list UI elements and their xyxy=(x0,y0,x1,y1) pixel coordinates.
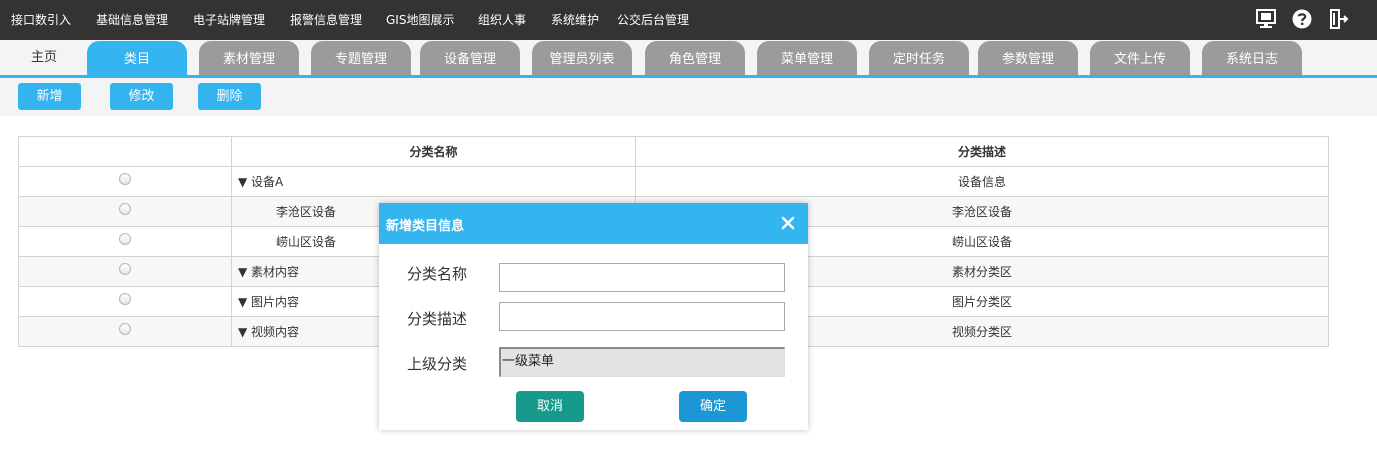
row-radio[interactable] xyxy=(119,203,131,215)
select-column-header xyxy=(18,136,232,167)
menu-org-hr[interactable]: 组织人事 xyxy=(478,11,526,28)
menu-e-stop-sign[interactable]: 电子站牌管理 xyxy=(193,11,265,28)
category-name-cell: ▼ 设备A xyxy=(231,166,636,197)
tab-param-mgmt[interactable]: 参数管理 xyxy=(978,41,1078,76)
monitor-icon[interactable] xyxy=(1255,8,1277,30)
menu-interface-import[interactable]: 接口数引入 xyxy=(11,11,71,28)
tab-role-mgmt[interactable]: 角色管理 xyxy=(645,41,745,76)
add-button[interactable]: 新增 xyxy=(18,83,81,110)
tab-file-upload[interactable]: 文件上传 xyxy=(1090,41,1190,76)
row-radio[interactable] xyxy=(119,323,131,335)
tab-device-mgmt[interactable]: 设备管理 xyxy=(420,41,520,76)
row-radio[interactable] xyxy=(119,173,131,185)
menu-basic-info[interactable]: 基础信息管理 xyxy=(96,11,168,28)
row-select-cell xyxy=(18,196,232,227)
category-desc-header: 分类描述 xyxy=(635,136,1329,167)
menu-gis-map[interactable]: GIS地图展示 xyxy=(386,11,454,28)
tab-bar: 主页 类目 素材管理 专题管理 设备管理 管理员列表 角色管理 菜单管理 定时任… xyxy=(0,40,1377,78)
help-icon[interactable] xyxy=(1291,8,1313,30)
tab-admin-list[interactable]: 管理员列表 xyxy=(532,41,632,76)
category-name-input[interactable] xyxy=(499,263,785,292)
menu-alarm-info[interactable]: 报警信息管理 xyxy=(290,11,362,28)
row-select-cell xyxy=(18,286,232,317)
tab-category[interactable]: 类目 xyxy=(87,41,187,76)
category-desc-cell: 设备信息 xyxy=(635,166,1329,197)
dialog-title: 新增类目信息 xyxy=(386,219,465,234)
close-icon[interactable] xyxy=(779,214,797,232)
tab-home[interactable]: 主页 xyxy=(16,41,72,76)
logout-icon[interactable] xyxy=(1327,8,1349,30)
row-select-cell xyxy=(18,256,232,287)
row-select-cell xyxy=(18,226,232,257)
confirm-button[interactable]: 确定 xyxy=(679,391,747,422)
category-name-label: 分类名称 xyxy=(407,265,468,283)
row-radio[interactable] xyxy=(119,293,131,305)
row-radio[interactable] xyxy=(119,233,131,245)
category-desc-input[interactable] xyxy=(499,302,785,331)
tab-scheduled-task[interactable]: 定时任务 xyxy=(869,41,969,76)
table-row[interactable]: ▼ 设备A 设备信息 xyxy=(18,166,1329,197)
category-name-header: 分类名称 xyxy=(231,136,636,167)
delete-button[interactable]: 删除 xyxy=(198,83,261,110)
toolbar: 新增 修改 删除 xyxy=(0,78,1377,116)
category-desc-label: 分类描述 xyxy=(407,310,468,328)
tab-menu-mgmt[interactable]: 菜单管理 xyxy=(757,41,857,76)
row-radio[interactable] xyxy=(119,263,131,275)
parent-category-select[interactable]: 一级菜单 xyxy=(499,347,785,377)
row-select-cell xyxy=(18,166,232,197)
edit-button[interactable]: 修改 xyxy=(110,83,173,110)
menu-system-maint[interactable]: 系统维护 xyxy=(551,11,599,28)
menu-bus-admin[interactable]: 公交后台管理 xyxy=(617,11,689,28)
tab-material-mgmt[interactable]: 素材管理 xyxy=(199,41,299,76)
tab-system-log[interactable]: 系统日志 xyxy=(1202,41,1302,76)
row-select-cell xyxy=(18,316,232,347)
table-header-row: 分类名称 分类描述 xyxy=(18,136,1329,167)
add-category-dialog: 新增类目信息 分类名称 分类描述 上级分类 一级菜单 取消 确定 xyxy=(379,203,808,430)
dialog-header: 新增类目信息 xyxy=(379,203,808,244)
parent-category-label: 上级分类 xyxy=(407,355,468,373)
tab-topic-mgmt[interactable]: 专题管理 xyxy=(311,41,411,76)
top-menu-bar: 接口数引入 基础信息管理 电子站牌管理 报警信息管理 GIS地图展示 组织人事 … xyxy=(0,0,1377,40)
cancel-button[interactable]: 取消 xyxy=(516,391,584,422)
